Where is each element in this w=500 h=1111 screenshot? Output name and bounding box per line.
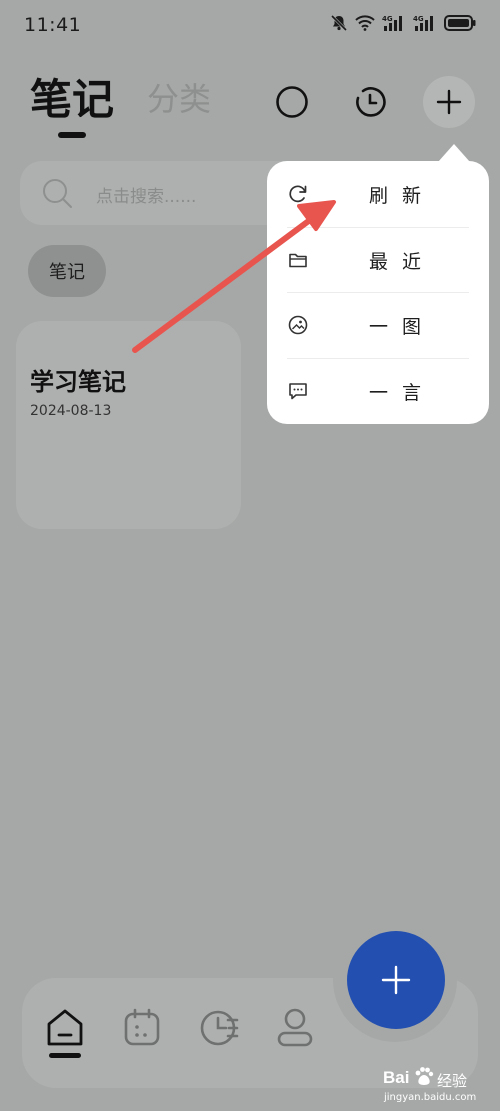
signal-4g-icon: 4G bbox=[413, 14, 437, 32]
svg-text:4G: 4G bbox=[382, 15, 393, 23]
home-icon bbox=[47, 1009, 83, 1046]
plus-icon bbox=[381, 965, 411, 995]
menu-item-quote[interactable]: 一言 bbox=[287, 358, 469, 424]
calendar-icon bbox=[124, 1008, 160, 1046]
history-icon bbox=[200, 1010, 239, 1046]
image-icon bbox=[287, 314, 321, 336]
menu-item-label: 一图 bbox=[369, 315, 436, 338]
status-time: 11:41 bbox=[24, 14, 82, 36]
add-menu-button[interactable] bbox=[423, 76, 475, 128]
filter-chip-notes[interactable]: 笔记 bbox=[28, 245, 106, 297]
watermark-suffix: 经验 bbox=[437, 1072, 468, 1090]
nav-active-indicator bbox=[49, 1053, 81, 1058]
add-note-fab[interactable] bbox=[347, 931, 445, 1029]
menu-item-refresh[interactable]: 刷新 bbox=[287, 161, 469, 227]
search-input[interactable]: 点击搜索...... bbox=[96, 182, 196, 207]
tab-categories[interactable]: 分类 bbox=[147, 74, 211, 120]
svg-text:4G: 4G bbox=[413, 15, 424, 23]
history-button[interactable] bbox=[350, 82, 390, 122]
circle-icon bbox=[276, 86, 308, 118]
signal-4g-icon: 4G bbox=[382, 14, 406, 32]
menu-caret bbox=[438, 144, 470, 162]
status-icons: 4G 4G bbox=[330, 14, 476, 32]
search-icon bbox=[42, 178, 74, 214]
note-date: 2024-08-13 bbox=[30, 403, 112, 419]
menu-item-label: 最近 bbox=[369, 250, 436, 273]
watermark-brand: Bai bbox=[383, 1068, 410, 1087]
nav-item-history[interactable] bbox=[194, 1002, 244, 1052]
menu-item-image[interactable]: 一图 bbox=[287, 292, 469, 358]
clock-icon bbox=[356, 87, 386, 117]
note-card[interactable] bbox=[16, 321, 241, 529]
circle-button[interactable] bbox=[272, 82, 312, 122]
note-title: 学习笔记 bbox=[30, 368, 126, 396]
refresh-icon bbox=[287, 183, 321, 205]
nav-item-home[interactable] bbox=[40, 1002, 90, 1052]
paw-logo-icon bbox=[413, 1066, 435, 1092]
menu-item-recent[interactable]: 最近 bbox=[287, 227, 469, 293]
menu-item-label: 一言 bbox=[369, 381, 436, 404]
watermark-url: jingyan.baidu.com bbox=[384, 1092, 477, 1103]
profile-icon bbox=[277, 1008, 313, 1047]
wifi-icon bbox=[355, 15, 375, 31]
nav-item-profile[interactable] bbox=[270, 1002, 320, 1052]
nav-item-calendar[interactable] bbox=[117, 1002, 167, 1052]
folder-icon bbox=[287, 249, 321, 271]
mute-bell-icon bbox=[330, 14, 348, 32]
message-icon bbox=[287, 380, 321, 402]
tab-notes[interactable]: 笔记 bbox=[30, 66, 114, 127]
tab-notes-indicator bbox=[58, 132, 86, 138]
menu-item-label: 刷新 bbox=[369, 184, 436, 207]
plus-icon bbox=[436, 89, 462, 115]
battery-icon bbox=[444, 14, 476, 32]
